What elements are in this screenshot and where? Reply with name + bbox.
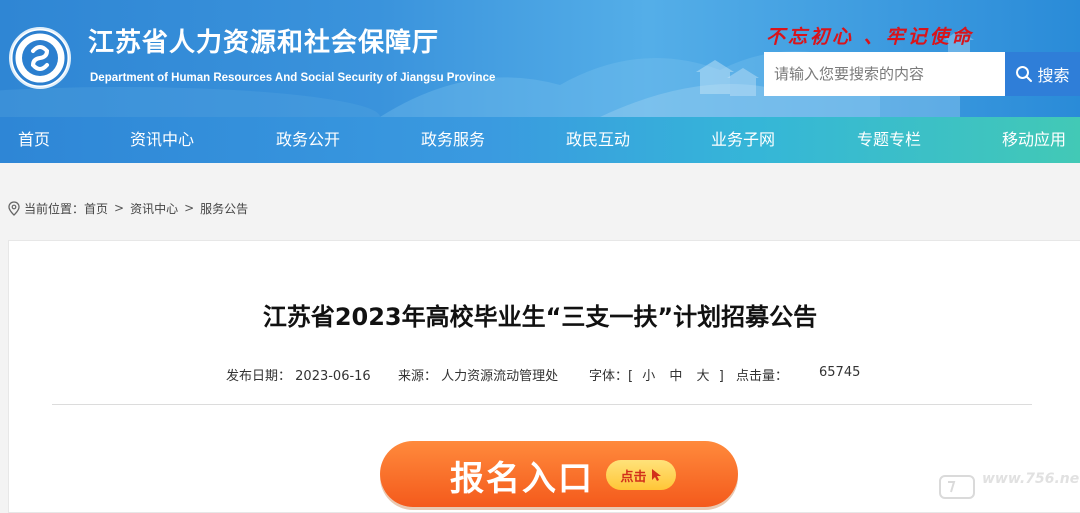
font-size-label: 字体：[ [589,369,634,384]
click-badge-label: 点击 [620,469,647,485]
font-size-small-button[interactable]: 小 [642,369,655,384]
cursor-pointer-icon [651,469,661,481]
search-icon [1016,66,1033,82]
breadcrumb-news[interactable]: 资讯中心 [130,200,178,217]
signup-entry-button[interactable]: 报名入口 点击 [380,441,738,507]
publish-date-value: 2023-06-16 [295,369,371,384]
main-nav: 首页 资讯中心 政务公开 政务服务 政民互动 业务子网 专题专栏 移动应用 [0,117,1080,163]
site-subtitle: Department of Human Resources And Social… [90,72,496,84]
meta-divider [52,404,1032,405]
nav-item-business-subsites[interactable]: 业务子网 [711,117,775,163]
breadcrumb-prefix: 当前位置： [24,201,85,216]
hit-count-label: 点击量： [736,369,789,384]
article-title: 江苏省2023年高校毕业生“三支一扶”计划招募公告 [262,303,818,331]
site-title: 江苏省人力资源和社会保障厅 [88,28,440,58]
breadcrumb: 当前位置： 首页 > 资讯中心 > 服务公告 [8,198,248,218]
publish-date: 发布日期： 2023-06-16 [226,365,371,384]
location-pin-icon [8,200,20,216]
font-size-large-button[interactable]: 大 [697,369,710,384]
search-button[interactable]: 搜索 [1005,52,1080,96]
hit-count-value: 65745 [819,365,861,380]
slogan: 不忘初心 、牢记使命 [766,26,974,48]
department-seal-logo [9,27,71,89]
search-input[interactable] [764,52,1005,96]
watermark-logo: www.756.net [938,468,1080,508]
nav-item-special-topics[interactable]: 专题专栏 [857,117,921,163]
breadcrumb-separator: > [114,201,125,215]
source-label: 来源： [398,369,438,384]
watermark-text: www.756.net [982,471,1080,487]
nav-item-news[interactable]: 资讯中心 [130,117,194,163]
click-badge: 点击 [606,460,676,490]
publish-date-label: 发布日期： [226,369,292,384]
breadcrumb-home[interactable]: 首页 [84,200,108,217]
site-header: 江苏省人力资源和社会保障厅 Department of Human Resour… [0,0,1080,117]
nav-item-home[interactable]: 首页 [18,117,50,163]
font-size-selector: 字体：[ 小 中 大 ] [589,365,724,384]
search-button-label: 搜索 [1037,66,1070,85]
nav-item-mobile-apps[interactable]: 移动应用 [1002,117,1066,163]
article-source: 来源： 人力资源流动管理处 [398,365,558,384]
font-size-medium-button[interactable]: 中 [669,369,682,384]
nav-item-government-affairs-public[interactable]: 政务公开 [276,117,340,163]
font-size-close-bracket: ] [718,369,724,384]
nav-item-public-interaction[interactable]: 政民互动 [566,117,630,163]
breadcrumb-separator: > [184,201,195,215]
breadcrumb-service-notices[interactable]: 服务公告 [200,200,248,217]
nav-item-government-services[interactable]: 政务服务 [421,117,485,163]
source-value: 人力资源流动管理处 [441,369,559,384]
signup-entry-label: 报名入口 [450,459,594,499]
